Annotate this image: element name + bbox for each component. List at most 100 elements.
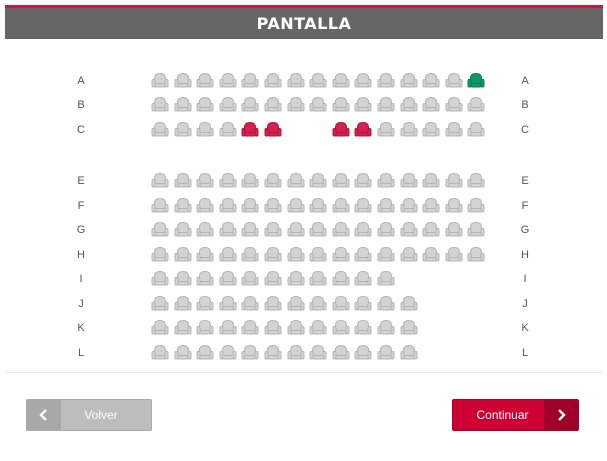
seat-available[interactable] bbox=[287, 270, 305, 287]
seat-available[interactable] bbox=[174, 295, 192, 312]
seat-available[interactable] bbox=[332, 172, 350, 189]
seat-available[interactable] bbox=[400, 121, 418, 138]
seat-available[interactable] bbox=[445, 221, 463, 238]
seat-available[interactable] bbox=[332, 96, 350, 113]
seat-available[interactable] bbox=[422, 121, 440, 138]
seat-available[interactable] bbox=[354, 270, 372, 287]
seat-available[interactable] bbox=[264, 319, 282, 336]
seat-available[interactable] bbox=[377, 121, 395, 138]
seat-available[interactable] bbox=[196, 172, 214, 189]
seat-available[interactable] bbox=[196, 197, 214, 214]
seat-available[interactable] bbox=[400, 221, 418, 238]
seat-available[interactable] bbox=[174, 246, 192, 263]
seat-available[interactable] bbox=[467, 197, 485, 214]
seat-available[interactable] bbox=[309, 246, 327, 263]
seat-available[interactable] bbox=[332, 197, 350, 214]
seat-available[interactable] bbox=[354, 295, 372, 312]
seat-available[interactable] bbox=[264, 295, 282, 312]
seat-available[interactable] bbox=[219, 344, 237, 361]
seat-available[interactable] bbox=[377, 72, 395, 89]
seat-available[interactable] bbox=[196, 72, 214, 89]
seat-available[interactable] bbox=[264, 96, 282, 113]
seat-available[interactable] bbox=[422, 197, 440, 214]
seat-available[interactable] bbox=[174, 121, 192, 138]
seat-available[interactable] bbox=[219, 246, 237, 263]
seat-available[interactable] bbox=[377, 295, 395, 312]
seat-available[interactable] bbox=[196, 344, 214, 361]
seat-available[interactable] bbox=[445, 72, 463, 89]
seat-available[interactable] bbox=[400, 72, 418, 89]
seat-available[interactable] bbox=[287, 295, 305, 312]
seat-available[interactable] bbox=[196, 246, 214, 263]
seat-available[interactable] bbox=[332, 270, 350, 287]
seat-available[interactable] bbox=[174, 197, 192, 214]
seat-available[interactable] bbox=[151, 319, 169, 336]
seat-available[interactable] bbox=[196, 96, 214, 113]
seat-available[interactable] bbox=[400, 96, 418, 113]
seat-available[interactable] bbox=[151, 96, 169, 113]
seat-available[interactable] bbox=[241, 246, 259, 263]
seat-available[interactable] bbox=[174, 270, 192, 287]
seat-available[interactable] bbox=[309, 96, 327, 113]
seat-available[interactable] bbox=[354, 72, 372, 89]
seat-available[interactable] bbox=[151, 121, 169, 138]
seat-available[interactable] bbox=[422, 246, 440, 263]
seat-available[interactable] bbox=[241, 344, 259, 361]
seat-available[interactable] bbox=[377, 96, 395, 113]
seat-available[interactable] bbox=[445, 172, 463, 189]
seat-available[interactable] bbox=[219, 221, 237, 238]
seat-available[interactable] bbox=[309, 319, 327, 336]
seat-available[interactable] bbox=[287, 344, 305, 361]
seat-available[interactable] bbox=[151, 270, 169, 287]
seat-available[interactable] bbox=[377, 344, 395, 361]
seat-available[interactable] bbox=[377, 197, 395, 214]
seat-available[interactable] bbox=[241, 270, 259, 287]
seat-available[interactable] bbox=[377, 172, 395, 189]
seat-available[interactable] bbox=[400, 295, 418, 312]
seat-available[interactable] bbox=[422, 221, 440, 238]
seat-selected[interactable] bbox=[467, 72, 485, 89]
seat-available[interactable] bbox=[332, 344, 350, 361]
seat-available[interactable] bbox=[332, 72, 350, 89]
seat-available[interactable] bbox=[467, 121, 485, 138]
seat-available[interactable] bbox=[309, 197, 327, 214]
seat-available[interactable] bbox=[400, 246, 418, 263]
seat-available[interactable] bbox=[264, 172, 282, 189]
seat-available[interactable] bbox=[241, 172, 259, 189]
seat-available[interactable] bbox=[445, 246, 463, 263]
seat-available[interactable] bbox=[196, 221, 214, 238]
seat-available[interactable] bbox=[219, 319, 237, 336]
seat-available[interactable] bbox=[241, 319, 259, 336]
seat-available[interactable] bbox=[354, 344, 372, 361]
seat-available[interactable] bbox=[309, 344, 327, 361]
seat-available[interactable] bbox=[287, 72, 305, 89]
seat-available[interactable] bbox=[219, 96, 237, 113]
seat-available[interactable] bbox=[196, 270, 214, 287]
seat-available[interactable] bbox=[445, 121, 463, 138]
seat-available[interactable] bbox=[264, 270, 282, 287]
seat-available[interactable] bbox=[174, 344, 192, 361]
seat-available[interactable] bbox=[309, 72, 327, 89]
seat-available[interactable] bbox=[354, 221, 372, 238]
seat-available[interactable] bbox=[264, 221, 282, 238]
seat-available[interactable] bbox=[377, 221, 395, 238]
seat-available[interactable] bbox=[151, 344, 169, 361]
seat-available[interactable] bbox=[241, 72, 259, 89]
seat-available[interactable] bbox=[151, 197, 169, 214]
seat-available[interactable] bbox=[241, 295, 259, 312]
seat-available[interactable] bbox=[422, 72, 440, 89]
seat-available[interactable] bbox=[174, 72, 192, 89]
seat-available[interactable] bbox=[287, 221, 305, 238]
seat-available[interactable] bbox=[241, 96, 259, 113]
seat-available[interactable] bbox=[174, 172, 192, 189]
seat-available[interactable] bbox=[196, 121, 214, 138]
seat-available[interactable] bbox=[445, 197, 463, 214]
seat-available[interactable] bbox=[264, 72, 282, 89]
seat-available[interactable] bbox=[354, 319, 372, 336]
seat-available[interactable] bbox=[219, 121, 237, 138]
seat-available[interactable] bbox=[422, 96, 440, 113]
seat-available[interactable] bbox=[151, 72, 169, 89]
seat-available[interactable] bbox=[219, 295, 237, 312]
seat-available[interactable] bbox=[151, 246, 169, 263]
seat-available[interactable] bbox=[174, 221, 192, 238]
